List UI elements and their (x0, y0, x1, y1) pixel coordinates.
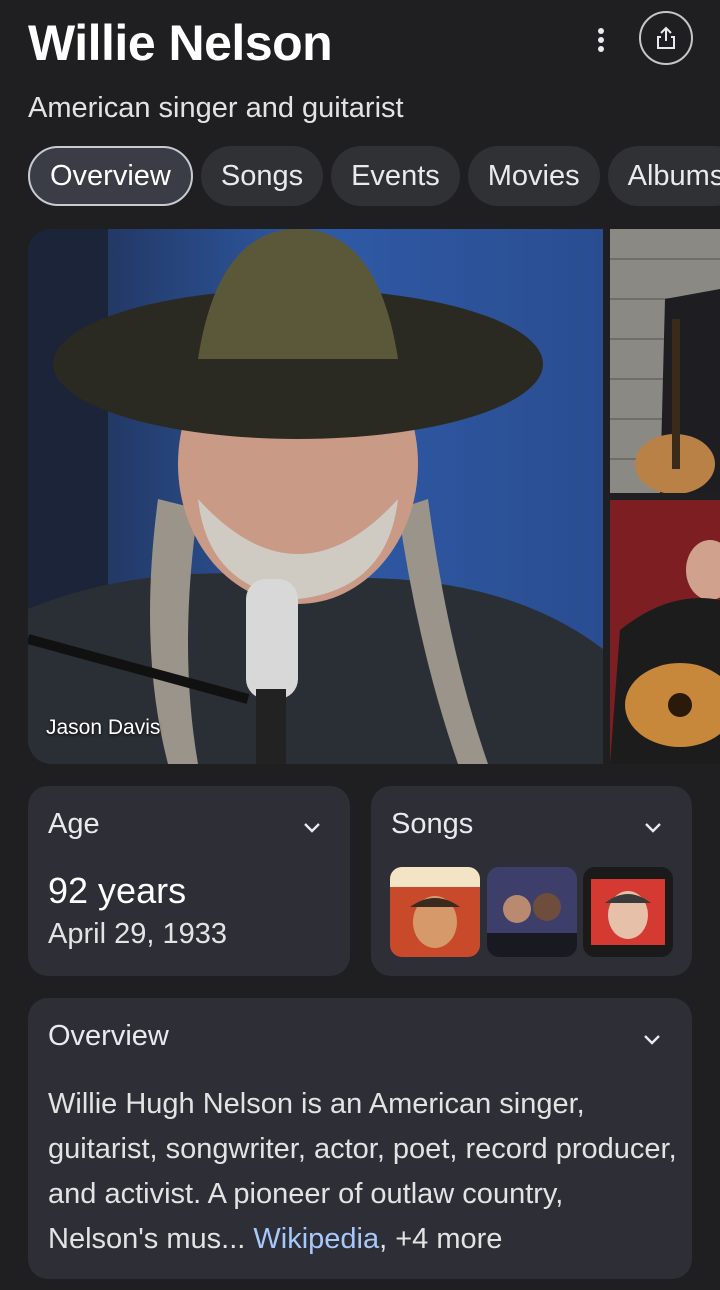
share-button[interactable] (639, 11, 693, 65)
video-still-image (487, 867, 577, 957)
photo-credit: Jason Davis (46, 716, 161, 739)
overview-heading: Overview (48, 1020, 169, 1052)
page-subtitle: American singer and guitarist (28, 92, 404, 124)
age-value: 92 years (48, 870, 187, 911)
main-photo[interactable] (28, 229, 603, 764)
chevron-down-icon (644, 1035, 660, 1045)
album-cover-image (390, 867, 480, 957)
more-sources[interactable]: , +4 more (379, 1223, 502, 1255)
portrait-image (28, 229, 603, 764)
more-vert-icon (598, 28, 604, 52)
guitar-photo-image (610, 229, 720, 493)
birth-date: April 29, 1933 (48, 918, 227, 950)
tab-overview[interactable]: Overview (28, 146, 193, 206)
songs-card[interactable]: Songs (371, 786, 692, 976)
knowledge-panel: Willie Nelson American singer and guitar… (0, 0, 720, 1290)
age-heading: Age (48, 808, 100, 840)
concert-photo-image (610, 500, 720, 764)
tab-songs[interactable]: Songs (200, 146, 324, 206)
song-thumbnail[interactable] (390, 867, 480, 957)
songs-heading: Songs (391, 808, 474, 840)
tab-movies[interactable]: Movies (467, 146, 600, 206)
chevron-down-icon (304, 823, 320, 833)
age-card[interactable]: Age 92 years April 29, 1933 (28, 786, 350, 976)
wikipedia-link[interactable]: Wikipedia (253, 1223, 379, 1255)
side-photo-bottom[interactable] (610, 500, 720, 764)
song-thumbnail[interactable] (487, 867, 577, 957)
side-photo-top[interactable] (610, 229, 720, 493)
more-options-button[interactable] (584, 20, 618, 60)
album-cover-image (583, 867, 673, 957)
tab-albums[interactable]: Albums (607, 146, 720, 206)
tab-events[interactable]: Events (331, 146, 460, 206)
category-tabs: Overview Songs Events Movies Albums (28, 146, 720, 206)
overview-description: Willie Hugh Nelson is an American singer… (48, 1082, 678, 1262)
share-icon (657, 26, 675, 49)
song-thumbnail[interactable] (583, 867, 673, 957)
page-title: Willie Nelson (28, 15, 333, 71)
chevron-down-icon (645, 823, 661, 833)
overview-card[interactable]: Overview Willie Hugh Nelson is an Americ… (28, 998, 692, 1279)
